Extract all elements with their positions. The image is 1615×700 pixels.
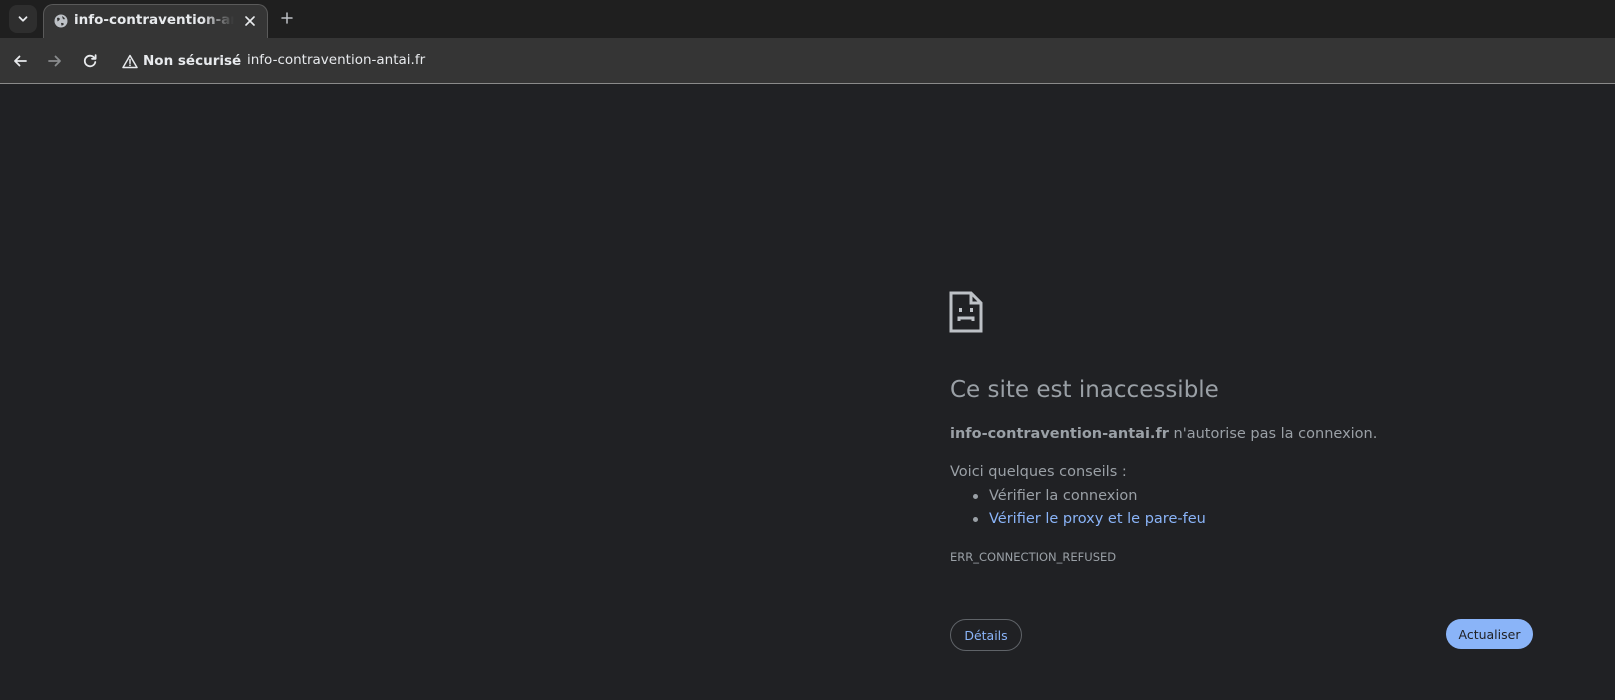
- tip-check-proxy-link[interactable]: Vérifier le proxy et le pare-feu: [972, 509, 1206, 532]
- new-tab-button[interactable]: [277, 8, 297, 28]
- tab-title: info-contravention-antai.fr: [74, 12, 234, 28]
- reload-page-button[interactable]: Actualiser: [1446, 619, 1533, 649]
- tip-check-connection: Vérifier la connexion: [972, 486, 1206, 509]
- forward-button[interactable]: [43, 49, 67, 73]
- browser-toolbar: Non sécurisé info-contravention-antai.fr: [0, 38, 1615, 84]
- globe-icon: [54, 14, 68, 28]
- error-summary: info-contravention-antai.fr n'autorise p…: [950, 426, 1377, 442]
- security-indicator[interactable]: Non sécurisé: [122, 50, 241, 72]
- tab-active[interactable]: info-contravention-antai.fr: [43, 4, 268, 38]
- reload-button[interactable]: [78, 49, 102, 73]
- tab-search-button[interactable]: [9, 5, 37, 33]
- sad-document-icon: [949, 291, 983, 333]
- error-host: info-contravention-antai.fr: [950, 426, 1169, 442]
- address-bar[interactable]: info-contravention-antai.fr: [247, 52, 425, 68]
- error-title: Ce site est inaccessible: [950, 377, 1219, 403]
- arrow-left-icon: [14, 55, 27, 67]
- warning-triangle-icon: [122, 54, 138, 68]
- back-button[interactable]: [8, 49, 32, 73]
- arrow-right-icon: [48, 55, 61, 67]
- close-icon: [245, 16, 255, 26]
- reload-icon: [83, 54, 97, 68]
- chevron-down-icon: [18, 16, 28, 22]
- tips-list: Vérifier la connexion Vérifier le proxy …: [972, 486, 1206, 532]
- error-page: Ce site est inaccessible info-contravent…: [0, 85, 1615, 700]
- security-label: Non sécurisé: [143, 53, 242, 69]
- plus-icon: [281, 12, 293, 24]
- tab-close-button[interactable]: [242, 13, 258, 29]
- details-button[interactable]: Détails: [950, 619, 1022, 651]
- error-summary-text: n'autorise pas la connexion.: [1168, 426, 1378, 442]
- tips-heading: Voici quelques conseils :: [950, 464, 1127, 480]
- tab-strip: info-contravention-antai.fr: [0, 0, 1615, 38]
- error-code: ERR_CONNECTION_REFUSED: [950, 550, 1117, 564]
